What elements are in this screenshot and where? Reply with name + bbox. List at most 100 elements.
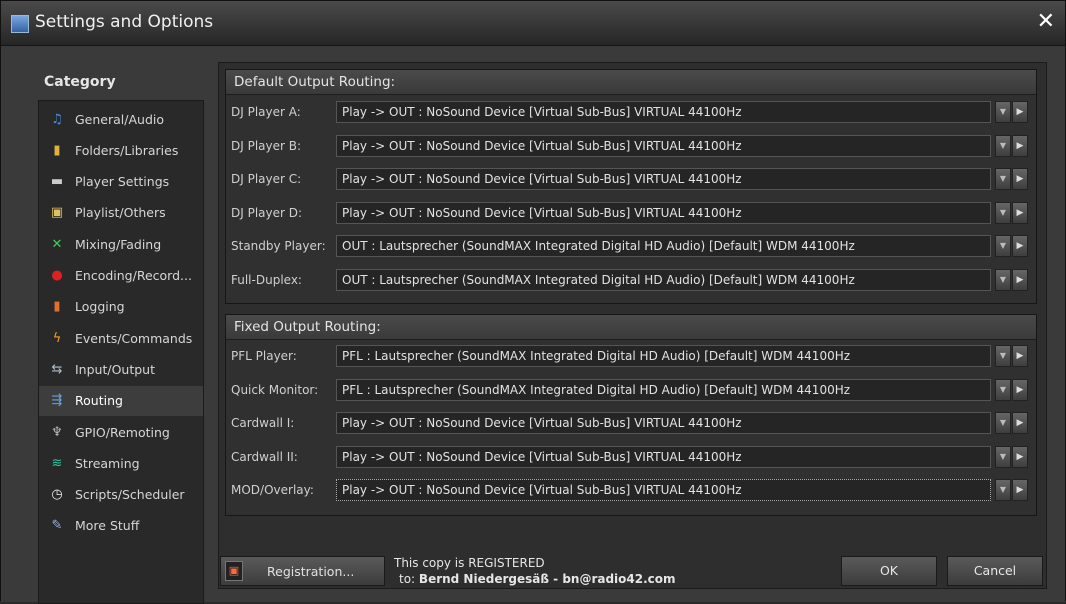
routing-panel: Default Output Routing: DJ Player A: Play… — [218, 62, 1047, 589]
routing-row-label: Cardwall II: — [231, 449, 298, 464]
chevron-down-icon[interactable]: ▼ — [995, 378, 1011, 401]
routing-row: Standby Player: OUT : Lautsprecher (Sound… — [226, 233, 1036, 259]
routing-row-label: DJ Player D: — [231, 205, 303, 220]
routing-row: Quick Monitor: PFL : Lautsprecher (SoundM… — [226, 377, 1036, 403]
more-stuff-icon: ✎ — [51, 518, 63, 534]
routing-row-label: DJ Player C: — [231, 172, 302, 186]
routing-icon: ⇶ — [51, 393, 63, 409]
group-header-fixed: Fixed Output Routing: — [226, 315, 1036, 340]
routing-row-label: MOD/Overlay: — [231, 483, 314, 497]
sidebar-item-label: Playlist/Others — [75, 205, 166, 221]
play-icon[interactable]: ▶ — [1012, 445, 1028, 468]
chevron-down-icon[interactable]: ▼ — [995, 268, 1011, 291]
routing-select-value: Play -> OUT : NoSound Device [Virtual Su… — [342, 172, 742, 186]
sidebar-item-playlist-others[interactable]: ▣ Playlist/Others — [39, 198, 203, 228]
routing-select-value: Play -> OUT : NoSound Device [Virtual Su… — [342, 138, 742, 153]
play-icon[interactable]: ▶ — [1012, 134, 1028, 157]
routing-select[interactable]: Play -> OUT : NoSound Device [Virtual Su… — [336, 445, 991, 468]
routing-row-label: Quick Monitor: — [231, 382, 319, 397]
routing-select[interactable]: Play -> OUT : NoSound Device [Virtual Su… — [336, 168, 991, 190]
sidebar-item-input-output[interactable]: ⇆ Input/Output — [39, 354, 203, 384]
routing-row: DJ Player C: Play -> OUT : NoSound Device… — [226, 166, 1036, 192]
sidebar-item-label: Player Settings — [75, 174, 170, 190]
registration-icon: ▣ — [225, 561, 243, 581]
sidebar-item-logging[interactable]: ▮ Logging — [39, 292, 203, 322]
routing-select-value: PFL : Lautsprecher (SoundMAX Integrated … — [342, 382, 851, 397]
routing-row: DJ Player D: Play -> OUT : NoSound Device… — [226, 200, 1036, 226]
sidebar-item-encoding-record[interactable]: ● Encoding/Record... — [39, 261, 203, 291]
routing-select[interactable]: Play -> OUT : NoSound Device [Virtual Su… — [336, 479, 991, 501]
lightning-icon: ϟ — [52, 330, 62, 346]
routing-select[interactable]: PFL : Lautsprecher (SoundMAX Integrated … — [336, 345, 991, 367]
sidebar-item-mixing-fading[interactable]: ✕ Mixing/Fading — [39, 229, 203, 259]
sidebar-item-label: Scripts/Scheduler — [75, 487, 185, 503]
routing-select-value: Play -> OUT : NoSound Device [Virtual Su… — [342, 205, 742, 220]
registration-button[interactable]: ▣ Registration... — [220, 556, 385, 586]
chevron-down-icon[interactable]: ▼ — [995, 134, 1011, 157]
sidebar-item-label: Input/Output — [75, 361, 155, 377]
playlist-icon: ▣ — [50, 205, 64, 221]
play-icon[interactable]: ▶ — [1012, 345, 1028, 367]
chevron-down-icon[interactable]: ▼ — [995, 201, 1011, 224]
routing-select[interactable]: OUT : Lautsprecher (SoundMAX Integrated … — [336, 268, 991, 291]
routing-row-label: Cardwall I: — [231, 416, 295, 430]
routing-select-value: PFL : Lautsprecher (SoundMAX Integrated … — [342, 349, 851, 363]
logging-icon: ▮ — [53, 299, 61, 315]
registered-to-prefix: to: — [399, 572, 416, 586]
close-icon[interactable]: ✕ — [1037, 9, 1055, 34]
sidebar-item-general-audio[interactable]: ♫ General/Audio — [39, 104, 203, 134]
ok-button[interactable]: OK — [841, 556, 937, 586]
chevron-down-icon[interactable]: ▼ — [995, 168, 1011, 190]
chevron-down-icon[interactable]: ▼ — [995, 479, 1011, 501]
routing-row-label: Standby Player: — [231, 239, 326, 253]
routing-select[interactable]: Play -> OUT : NoSound Device [Virtual Su… — [336, 412, 991, 434]
routing-row-label: Full-Duplex: — [231, 272, 302, 287]
play-icon[interactable]: ▶ — [1012, 201, 1028, 224]
chevron-down-icon[interactable]: ▼ — [995, 235, 1011, 257]
routing-row-label: DJ Player A: — [231, 105, 301, 119]
routing-row-label: DJ Player B: — [231, 138, 302, 153]
routing-row: Cardwall II: Play -> OUT : NoSound Device… — [226, 444, 1036, 470]
sidebar-item-streaming[interactable]: ≋ Streaming — [39, 448, 203, 478]
routing-select[interactable]: Play -> OUT : NoSound Device [Virtual Su… — [336, 201, 991, 224]
chevron-down-icon[interactable]: ▼ — [995, 345, 1011, 367]
sidebar-item-player-settings[interactable]: ▬ Player Settings — [39, 167, 203, 197]
sidebar-item-label: General/Audio — [75, 111, 165, 127]
input-output-icon: ⇆ — [51, 361, 63, 377]
sidebar-item-routing[interactable]: ⇶ Routing — [39, 385, 203, 416]
play-icon[interactable]: ▶ — [1012, 479, 1028, 501]
chevron-down-icon[interactable]: ▼ — [995, 101, 1011, 123]
sidebar-item-label: Streaming — [75, 455, 140, 471]
sidebar-item-gpio-remoting[interactable]: ♆ GPIO/Remoting — [39, 417, 203, 447]
app-icon — [11, 15, 29, 33]
registered-to: to: Bernd Niedergesäß - bn@radio42.com — [399, 572, 676, 586]
routing-select[interactable]: Play -> OUT : NoSound Device [Virtual Su… — [336, 134, 991, 157]
registered-to-name: Bernd Niedergesäß - bn@radio42.com — [418, 572, 676, 586]
routing-select[interactable]: Play -> OUT : NoSound Device [Virtual Su… — [336, 101, 991, 123]
cancel-button[interactable]: Cancel — [947, 556, 1043, 586]
title-bar: Settings and Options ✕ — [1, 1, 1065, 46]
sidebar-item-folders-libraries[interactable]: ▮ Folders/Libraries — [39, 135, 203, 165]
dialog-body: Category ♫ General/Audio ▮ Folders/Librarie… — [1, 46, 1065, 604]
play-icon[interactable]: ▶ — [1012, 268, 1028, 291]
play-icon[interactable]: ▶ — [1012, 378, 1028, 401]
sidebar-item-scripts-scheduler[interactable]: ◷ Scripts/Scheduler — [39, 480, 203, 510]
sidebar-item-events-commands[interactable]: ϟ Events/Commands — [39, 323, 203, 353]
play-icon[interactable]: ▶ — [1012, 235, 1028, 257]
sidebar-item-label: Encoding/Record... — [75, 268, 192, 283]
play-icon[interactable]: ▶ — [1012, 101, 1028, 123]
sidebar-item-label: GPIO/Remoting — [75, 424, 170, 440]
play-icon[interactable]: ▶ — [1012, 412, 1028, 434]
clock-icon: ◷ — [51, 487, 63, 503]
chevron-down-icon[interactable]: ▼ — [995, 445, 1011, 468]
play-icon[interactable]: ▶ — [1012, 168, 1028, 190]
group-header-default: Default Output Routing: — [226, 70, 1036, 95]
routing-select[interactable]: PFL : Lautsprecher (SoundMAX Integrated … — [336, 378, 991, 401]
gpio-icon: ♆ — [51, 424, 63, 440]
sidebar-item-more-stuff[interactable]: ✎ More Stuff — [39, 511, 203, 541]
mixing-icon: ✕ — [51, 236, 63, 252]
routing-row: Cardwall I: Play -> OUT : NoSound Device … — [226, 410, 1036, 436]
routing-select[interactable]: OUT : Lautsprecher (SoundMAX Integrated … — [336, 235, 991, 257]
chevron-down-icon[interactable]: ▼ — [995, 412, 1011, 434]
category-panel: Category ♫ General/Audio ▮ Folders/Librarie… — [38, 66, 204, 604]
